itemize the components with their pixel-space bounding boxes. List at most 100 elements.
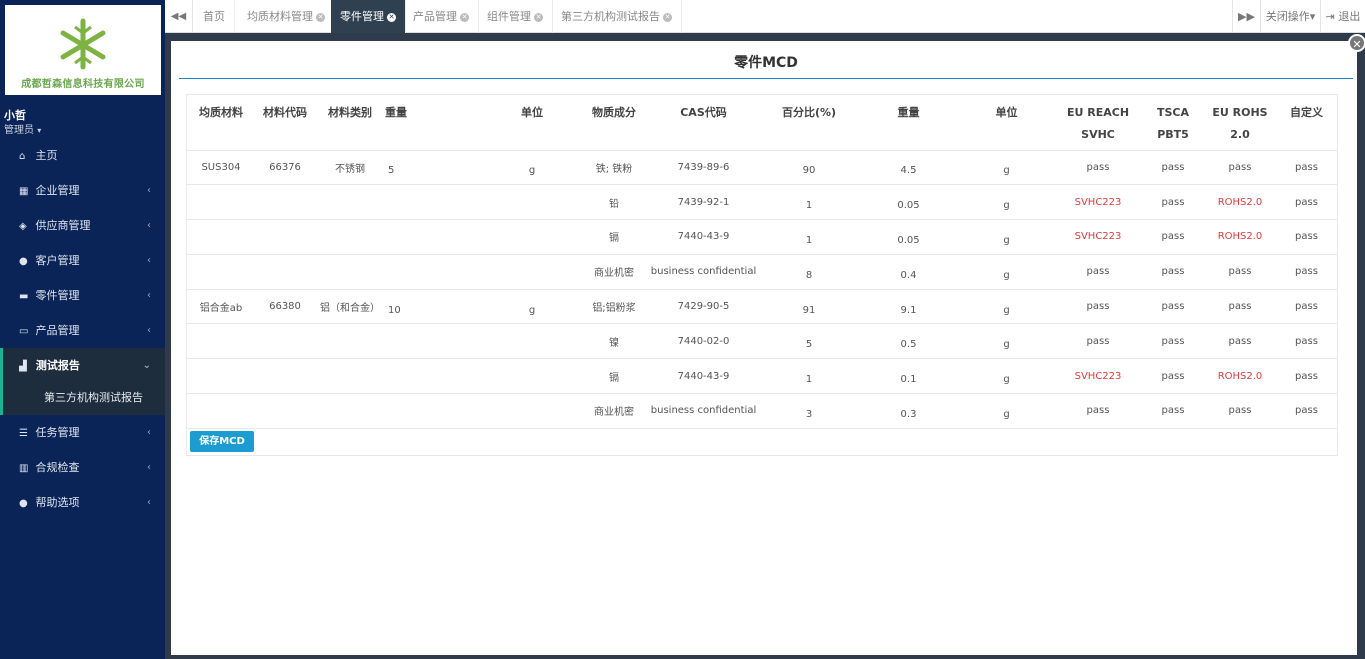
- tab-parts[interactable]: 零件管理 ✕: [331, 0, 406, 33]
- company-logo: 成都哲森信息科技有限公司: [5, 5, 161, 95]
- caret-down-icon: ▾: [1309, 10, 1316, 23]
- sidebar-item-customer[interactable]: ● 客户管理 ‹: [0, 243, 165, 278]
- column-header: 单位: [483, 95, 581, 151]
- table-cell: 7439-89-6: [647, 150, 760, 186]
- column-header: 百分比(%): [760, 95, 858, 151]
- table-cell: [483, 254, 581, 290]
- table-cell: pass: [1142, 184, 1204, 221]
- table-cell: pass: [1142, 289, 1204, 325]
- cube-icon: ◈: [19, 221, 27, 232]
- close-icon[interactable]: ✕: [534, 13, 543, 22]
- tab-products[interactable]: 产品管理 ✕: [404, 0, 479, 33]
- table-cell: 5: [385, 150, 483, 186]
- table-cell: [483, 219, 581, 255]
- scroll-tabs-right-button[interactable]: ▶▶: [1232, 0, 1260, 33]
- table-cell: ROHS2.0: [1204, 184, 1276, 221]
- sidebar-item-compliance[interactable]: ▥ 合规检查 ‹: [0, 450, 165, 485]
- user-role-dropdown[interactable]: 管理员 ▾: [4, 121, 41, 136]
- table-cell: 91: [760, 289, 858, 325]
- list-icon: ☰: [19, 428, 28, 439]
- table-cell: pass: [1054, 393, 1142, 429]
- tab-third-party-report[interactable]: 第三方机构测试报告 ✕: [552, 0, 682, 33]
- table-cell: [483, 393, 581, 429]
- table-cell: 1: [760, 219, 858, 255]
- table-cell: [187, 254, 255, 290]
- info-icon: ●: [19, 498, 28, 509]
- sidebar-item-label: 帮助选项: [35, 496, 80, 509]
- table-cell: pass: [1276, 393, 1337, 429]
- close-icon[interactable]: ✕: [460, 13, 469, 22]
- table-cell: [187, 358, 255, 395]
- table-row: 商业机密 business confidential 8 0.4 g pass pass pa…: [187, 254, 1337, 290]
- table-cell: business confidential: [647, 393, 760, 429]
- table-cell: pass: [1204, 289, 1276, 325]
- table-cell: 8: [760, 254, 858, 290]
- table-cell: pass: [1204, 150, 1276, 186]
- sidebar-item-tasks[interactable]: ☰ 任务管理 ‹: [0, 415, 165, 450]
- table-cell: 7440-43-9: [647, 219, 760, 255]
- table-cell: 7440-43-9: [647, 358, 760, 395]
- sidebar-item-enterprise[interactable]: ▦ 企业管理 ‹: [0, 173, 165, 208]
- sidebar-item-test-report[interactable]: ▟ 测试报告 ⌄: [0, 348, 165, 383]
- close-ops-label: 关闭操作: [1265, 10, 1310, 23]
- home-icon: ⌂: [19, 151, 26, 162]
- tab-label: 首页: [203, 10, 225, 23]
- close-icon[interactable]: ✕: [663, 13, 672, 22]
- table-cell: 7429-90-5: [647, 289, 760, 325]
- table-cell: [385, 323, 483, 360]
- sidebar-item-products[interactable]: ▭ 产品管理 ‹: [0, 313, 165, 348]
- table-cell: [385, 219, 483, 255]
- map-icon: ▥: [19, 463, 29, 474]
- caret-down-icon: ▾: [37, 126, 42, 135]
- column-header: 自定义: [1276, 95, 1337, 151]
- tab-components[interactable]: 组件管理 ✕: [478, 0, 553, 33]
- sidebar-item-help[interactable]: ● 帮助选项 ‹: [0, 485, 165, 520]
- table-row: 商业机密 business confidential 3 0.3 g pass pass pa…: [187, 393, 1337, 429]
- table-cell: [315, 254, 385, 290]
- table-cell: 1: [760, 358, 858, 395]
- chevron-left-icon: ‹: [147, 220, 151, 231]
- table-cell: g: [483, 150, 581, 186]
- scroll-tabs-left-button[interactable]: ◀◀: [165, 0, 193, 33]
- table-cell: ROHS2.0: [1204, 219, 1276, 255]
- sidebar-subitem-third-party-report[interactable]: 第三方机构测试报告: [0, 383, 165, 415]
- column-header: 均质材料: [187, 95, 255, 151]
- table-cell: [483, 358, 581, 395]
- sidebar-item-home[interactable]: ⌂ 主页: [0, 138, 165, 173]
- tab-homogeneous-material[interactable]: 均质材料管理 ✕: [238, 0, 335, 33]
- table-cell: 镍: [581, 323, 647, 360]
- table-cell: SVHC223: [1054, 358, 1142, 395]
- table-cell: pass: [1204, 393, 1276, 429]
- close-operations-dropdown[interactable]: 关闭操作▾: [1260, 0, 1320, 33]
- table-cell: pass: [1142, 150, 1204, 186]
- chevron-left-icon: ‹: [147, 290, 151, 301]
- table-cell: 0.05: [858, 219, 959, 255]
- table-cell: [385, 358, 483, 395]
- close-icon[interactable]: ✕: [316, 13, 325, 22]
- chevron-left-icon: ‹: [147, 185, 151, 196]
- close-icon[interactable]: ✕: [387, 13, 396, 22]
- sidebar-item-supplier[interactable]: ◈ 供应商管理 ‹: [0, 208, 165, 243]
- column-header: 单位: [959, 95, 1054, 151]
- table-cell: pass: [1276, 219, 1337, 255]
- modal-close-button[interactable]: ✕: [1348, 34, 1365, 52]
- snowflake-logo-icon: [60, 18, 106, 70]
- sidebar-item-parts[interactable]: ▬ 零件管理 ‹: [0, 278, 165, 313]
- table-cell: [187, 323, 255, 360]
- logout-button[interactable]: ⇥ 退出: [1320, 0, 1365, 33]
- table-cell: g: [959, 323, 1054, 360]
- table-cell: SVHC223: [1054, 184, 1142, 221]
- tab-label: 产品管理: [413, 10, 457, 23]
- table-cell: business confidential: [647, 254, 760, 290]
- tab-label: 均质材料管理: [247, 10, 313, 23]
- sidebar-item-label: 产品管理: [35, 324, 80, 337]
- mcd-table-panel: 均质材料 材料代码 材料类别 重量 单位 物质成分 CAS代码 百分比(%) 重量 单位 EU RE…: [186, 94, 1338, 456]
- save-mcd-button[interactable]: 保存MCD: [190, 431, 254, 452]
- table-cell: [255, 358, 315, 395]
- tab-home[interactable]: 首页: [194, 0, 235, 33]
- logout-label: 退出: [1338, 10, 1361, 23]
- tabs-bar: ◀◀ 首页 均质材料管理 ✕ 零件管理 ✕ 产品管理 ✕ 组件管理 ✕ 第三方机构测试报…: [165, 0, 1365, 33]
- sidebar-item-label: 主页: [35, 149, 58, 162]
- company-name: 成都哲森信息科技有限公司: [21, 79, 145, 90]
- table-cell: g: [959, 254, 1054, 290]
